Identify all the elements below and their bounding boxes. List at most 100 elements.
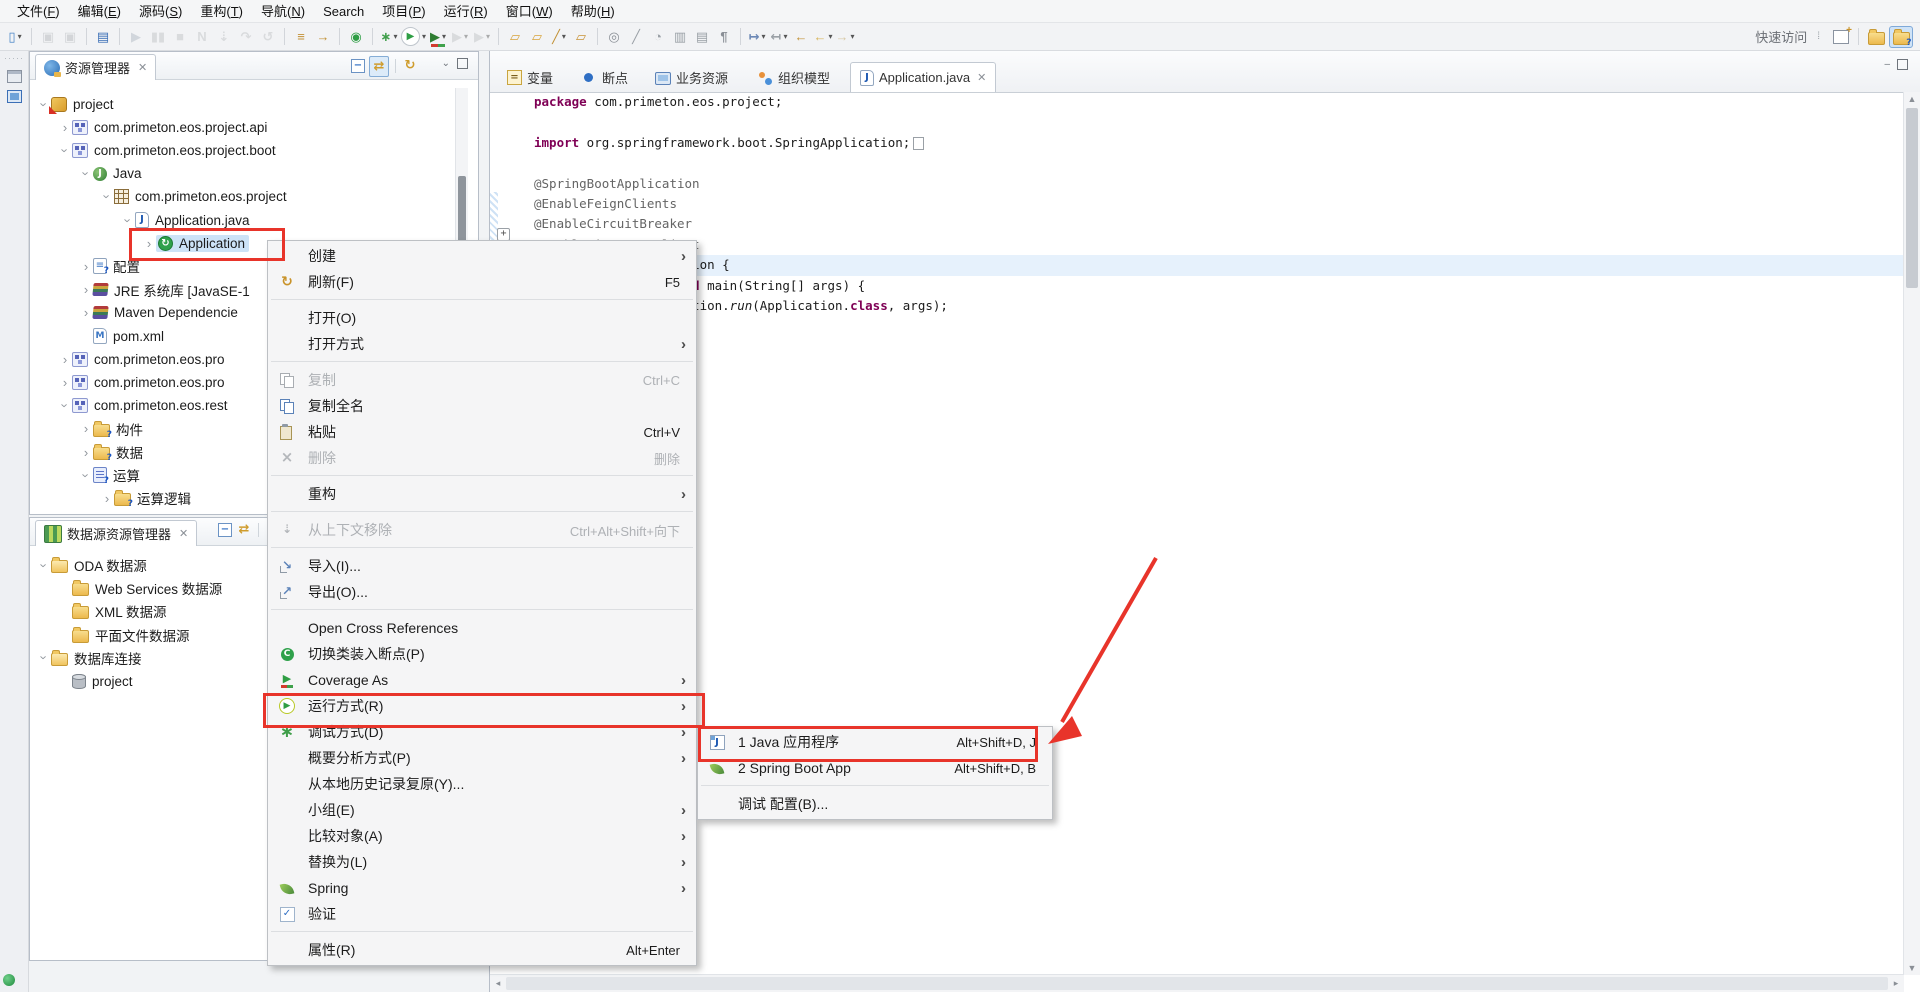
close-icon[interactable]: ✕ [977,71,986,84]
external-tools-button[interactable]: ▶▾ [472,26,492,48]
tab--[interactable]: 断点 [572,63,637,92]
refresh-icon[interactable] [402,58,418,74]
open-task-button[interactable]: ▱ [571,26,591,48]
expander-open-icon[interactable]: › [79,167,94,181]
forward-history-button[interactable]: →▾ [835,26,855,48]
menu-item-验证[interactable]: 验证 [268,901,696,927]
explorer-row[interactable]: pom.xml [79,325,164,347]
close-icon[interactable]: ✕ [179,527,188,540]
datasource-row[interactable]: Web Services 数据源 [58,577,222,599]
step-return-button[interactable]: ↺ [258,26,278,48]
menu-item-导出-O-[interactable]: 导出(O)... [268,579,696,605]
tab--[interactable]: 业务资源 [646,63,737,92]
menu-item-2-Spring-Boot-App[interactable]: 2 Spring Boot AppAlt+Shift+D, B [698,755,1052,781]
menu-item-Coverage-As[interactable]: Coverage As› [268,667,696,693]
expander-open-icon[interactable]: › [58,143,73,157]
code-editor[interactable]: + package com.primeton.eos.project;impor… [490,92,1904,975]
tab--[interactable]: 变量 [498,63,562,92]
explorer-row[interactable]: ›运算 [79,464,140,486]
menu-item-从本地历史记录复原-Y-[interactable]: 从本地历史记录复原(Y)... [268,771,696,797]
quick-access-button[interactable]: 快速访问 [1755,27,1807,46]
expander-closed-icon[interactable]: › [79,282,93,297]
explorer-row[interactable]: ›构件 [79,418,143,440]
console-pane-icon[interactable] [7,90,22,103]
explorer-row[interactable]: ›com.primeton.eos.project.boot [58,139,276,161]
expander-closed-icon[interactable]: › [142,236,156,251]
show-whitespace-button[interactable]: ¶ [714,26,734,48]
menu-item-Spring[interactable]: Spring› [268,875,696,901]
open-project-button[interactable]: ▱ [527,26,547,48]
expander-closed-icon[interactable]: › [58,120,72,135]
expander-open-icon[interactable]: › [121,213,136,227]
eos-console-button[interactable]: ▤ [93,26,113,48]
menu-item-粘贴[interactable]: 粘贴Ctrl+V [268,419,696,445]
expander-closed-icon[interactable]: › [58,352,72,367]
menu-item-小组-E-[interactable]: 小组(E)› [268,797,696,823]
explorer-row[interactable]: ›com.primeton.eos.rest [58,395,228,417]
menubar-item-w[interactable]: 窗口(W) [497,0,562,23]
menu-item-属性-R-[interactable]: 属性(R)Alt+Enter [268,937,696,963]
collapse-all-icon[interactable] [351,59,365,73]
expander-closed-icon[interactable]: › [58,375,72,390]
expander-open-icon[interactable]: › [58,399,73,413]
goto-last-position-button[interactable]: ↤▾ [769,26,789,48]
explorer-row[interactable]: ›project [37,93,114,115]
tab-datasource-explorer[interactable]: 数据源资源管理器 ✕ [35,520,197,546]
disconnect-button[interactable]: N [192,26,212,48]
menu-item-比较对象-A-[interactable]: 比较对象(A)› [268,823,696,849]
menubar-item-r[interactable]: 运行(R) [435,0,497,23]
menu-item-打开方式[interactable]: 打开方式› [268,331,696,357]
suspend-button[interactable]: ▮▮ [148,26,168,48]
datasource-row[interactable]: ›数据库连接 [37,647,142,669]
close-icon[interactable]: ✕ [138,61,147,74]
menu-item-切换类装入断点-P-[interactable]: 切换类装入断点(P) [268,641,696,667]
editor-vscrollbar[interactable]: ▲ ▼ [1903,92,1920,975]
menubar-item-search[interactable]: Search [314,0,373,23]
menu-item-复制全名[interactable]: 复制全名 [268,393,696,419]
fast-view-handle[interactable]: ····· [0,53,28,63]
open-perspective-button[interactable] [1830,27,1852,47]
menu-item-Open-Cross-References[interactable]: Open Cross References [268,615,696,641]
next-annotation-button[interactable]: ▥ [670,26,690,48]
collapse-all-icon[interactable] [218,523,232,537]
menubar-item-h[interactable]: 帮助(H) [562,0,624,23]
coverage-button[interactable]: ▶▾ [428,26,448,48]
menu-item-打开-O-[interactable]: 打开(O) [268,305,696,331]
step-over-button[interactable]: ↷ [236,26,256,48]
terminate-button[interactable]: ■ [170,26,190,48]
expander-closed-icon[interactable]: › [79,421,93,436]
maximize-icon[interactable] [1897,59,1908,70]
resume-button[interactable]: ▶ [126,26,146,48]
expander-open-icon[interactable]: › [79,468,94,482]
tab-application-java[interactable]: Application.java✕ [850,62,996,92]
menubar-item-s[interactable]: 源码(S) [130,0,191,23]
debug-button[interactable]: ∗▾ [379,26,399,48]
last-edit-location-button[interactable]: ↦▾ [747,26,767,48]
minimize-icon[interactable]: – [1884,59,1890,70]
expander-open-icon[interactable]: › [37,558,52,572]
brush-button[interactable]: ╱ [626,26,646,48]
explorer-row[interactable]: ›com.primeton.eos.project [100,186,287,208]
explorer-row[interactable]: ›Application.java [121,209,250,231]
menubar-item-n[interactable]: 导航(N) [252,0,314,23]
explorer-row[interactable]: ›运算逻辑 [100,487,191,509]
annotation-props-button[interactable]: ◔ [648,26,668,48]
explorer-row[interactable]: ›配置 [79,255,140,277]
menu-item-调试-配置-B-[interactable]: 调试 配置(B)... [698,791,1052,817]
menu-item-1-Java-应用程序[interactable]: 1 Java 应用程序Alt+Shift+D, J [698,729,1052,755]
save-all-button[interactable]: ▣ [60,26,80,48]
explorer-row[interactable]: ›com.primeton.eos.pro [58,348,225,370]
link-editor-icon[interactable] [236,522,252,538]
expander-open-icon[interactable]: › [37,651,52,665]
expander-closed-icon[interactable]: › [79,259,93,274]
menu-item-创建[interactable]: 创建› [268,243,696,269]
minimize-icon[interactable]: ⌄ [442,58,450,69]
new-wizard-button[interactable]: ▯▾ [5,26,25,48]
menu-item-刷新-F-[interactable]: 刷新(F)F5 [268,269,696,295]
menu-item-导入-I-[interactable]: 导入(I)... [268,553,696,579]
expander-open-icon[interactable]: › [100,190,115,204]
expander-closed-icon[interactable]: › [79,305,93,320]
explorer-row[interactable]: ›Java [79,163,142,185]
datasource-row[interactable]: 平面文件数据源 [58,624,190,646]
tab-project-explorer[interactable]: 资源管理器 ✕ [35,54,156,80]
